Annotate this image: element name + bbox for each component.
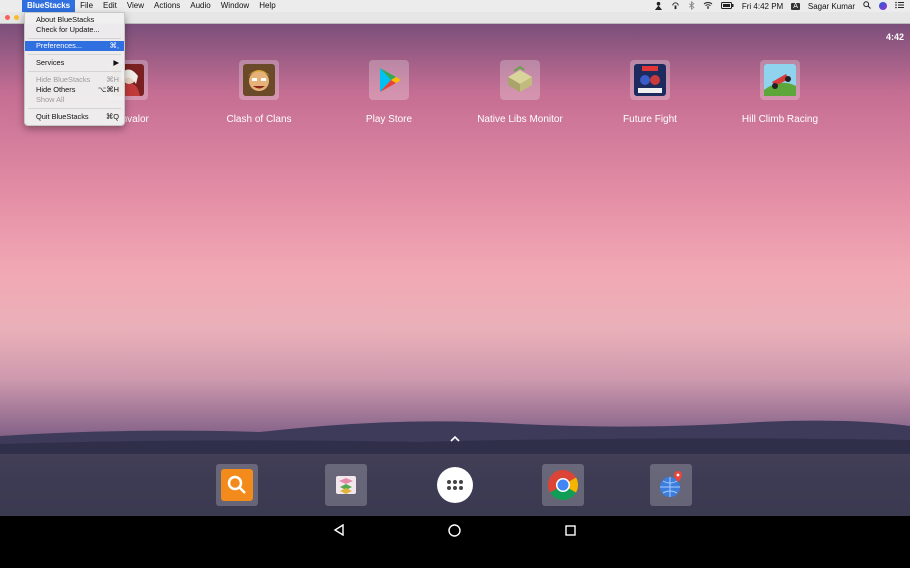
menu-separator	[28, 54, 121, 55]
menu-edit[interactable]: Edit	[98, 0, 122, 12]
menu-item-preferences[interactable]: Preferences... ⌘,	[25, 41, 124, 51]
search-icon	[221, 469, 253, 501]
menu-separator	[28, 71, 121, 72]
globe-pin-icon	[660, 471, 682, 497]
siri-icon[interactable]	[879, 2, 887, 10]
home-button[interactable]	[444, 520, 464, 540]
dock-app-drawer[interactable]	[434, 464, 476, 506]
play-store-icon	[369, 60, 409, 100]
menu-item-services[interactable]: Services ▶	[25, 58, 124, 68]
menu-help[interactable]: Help	[254, 0, 280, 12]
menu-item-hide-others[interactable]: Hide Others ⌥⌘H	[25, 85, 124, 95]
app-clash-of-clans[interactable]: Clash of Clans	[204, 60, 314, 125]
menu-shortcut: ⌘H	[106, 75, 119, 84]
menu-window[interactable]: Window	[216, 0, 254, 12]
future-fight-icon	[630, 60, 670, 100]
notification-center-icon[interactable]	[895, 1, 904, 11]
app-hill-climb-racing[interactable]: Hill Climb Racing	[725, 60, 835, 125]
menu-item-label: Hide BlueStacks	[36, 75, 91, 84]
dock-gallery-app[interactable]	[325, 464, 367, 506]
menu-item-label: Quit BlueStacks	[36, 112, 89, 121]
menu-item-check-update[interactable]: Check for Update...	[25, 25, 124, 35]
app-grid: Shinvalor Clash of Clans Play Store Nati…	[0, 60, 910, 140]
app-label: Play Store	[365, 114, 413, 125]
window-minimize-button[interactable]	[14, 15, 19, 20]
menu-item-label: Services	[36, 58, 65, 67]
input-source-badge[interactable]: A	[791, 2, 800, 10]
app-label: Future Fight	[623, 114, 677, 125]
android-home-screen: 4:42 Shinvalor Clash of Clans Play Store…	[0, 24, 910, 516]
dock-maps-app[interactable]	[650, 464, 692, 506]
clash-of-clans-icon	[239, 60, 279, 100]
home-icon	[447, 523, 461, 537]
menu-item-label: Preferences...	[36, 41, 83, 50]
native-libs-monitor-icon	[500, 60, 540, 100]
window-close-button[interactable]	[5, 15, 10, 20]
menu-item-hide-bluestacks[interactable]: Hide BlueStacks ⌘H	[25, 75, 124, 85]
battery-icon[interactable]	[720, 1, 734, 11]
status-person-icon[interactable]	[654, 1, 663, 12]
app-label: Hill Climb Racing	[741, 114, 819, 125]
android-nav-bar	[0, 516, 910, 568]
app-label: Native Libs Monitor	[477, 114, 563, 125]
dock-chrome[interactable]	[542, 464, 584, 506]
hill-climb-racing-icon	[760, 60, 800, 100]
android-status-time: 4:42	[885, 32, 904, 42]
menu-separator	[28, 38, 121, 39]
app-label: Clash of Clans	[226, 114, 292, 125]
menu-item-show-all[interactable]: Show All	[25, 95, 124, 105]
dock	[0, 454, 910, 516]
menu-shortcut: ⌘,	[109, 41, 119, 50]
menu-shortcut: ⌥⌘H	[97, 85, 119, 94]
menu-item-label: Show All	[36, 95, 65, 104]
menu-bluestacks[interactable]: BlueStacks	[22, 0, 76, 12]
app-play-store[interactable]: Play Store	[334, 60, 444, 125]
wallpaper-hills	[0, 420, 910, 454]
menu-actions[interactable]: Actions	[149, 0, 185, 12]
menu-bar: BlueStacks File Edit View Actions Audio …	[0, 0, 910, 12]
dock-search-app[interactable]	[216, 464, 258, 506]
airdrop-icon[interactable]	[671, 1, 680, 12]
menu-separator	[28, 108, 121, 109]
menu-view[interactable]: View	[122, 0, 149, 12]
menu-item-label: Check for Update...	[36, 25, 100, 34]
bluetooth-icon[interactable]	[688, 0, 695, 12]
back-icon	[333, 524, 344, 536]
app-future-fight[interactable]: Future Fight	[595, 60, 705, 125]
menu-file[interactable]: File	[75, 0, 98, 12]
menu-item-label: Hide Others	[36, 85, 76, 94]
app-drawer-icon	[437, 467, 473, 503]
menu-item-label: About BlueStacks	[36, 15, 95, 24]
menu-item-about[interactable]: About BlueStacks	[25, 15, 124, 25]
menu-shortcut: ⌘Q	[105, 112, 119, 121]
submenu-arrow-icon: ▶	[113, 58, 119, 67]
app-native-libs-monitor[interactable]: Native Libs Monitor	[465, 60, 575, 125]
gallery-icon	[336, 476, 356, 494]
menubar-clock[interactable]: Fri 4:42 PM	[742, 2, 783, 11]
spotlight-search-icon[interactable]	[863, 1, 871, 11]
chrome-icon	[547, 470, 579, 501]
window-title-bar	[0, 12, 910, 24]
wifi-icon[interactable]	[703, 1, 713, 11]
back-button[interactable]	[329, 520, 349, 540]
app-drawer-chevron-icon[interactable]	[448, 434, 462, 445]
menubar-user[interactable]: Sagar Kumar	[808, 2, 855, 11]
bluestacks-app-menu: About BlueStacks Check for Update... Pre…	[24, 12, 125, 126]
recents-button[interactable]	[560, 520, 580, 540]
menu-audio[interactable]: Audio	[185, 0, 215, 12]
recents-icon	[564, 524, 576, 536]
menu-item-quit[interactable]: Quit BlueStacks ⌘Q	[25, 112, 124, 122]
